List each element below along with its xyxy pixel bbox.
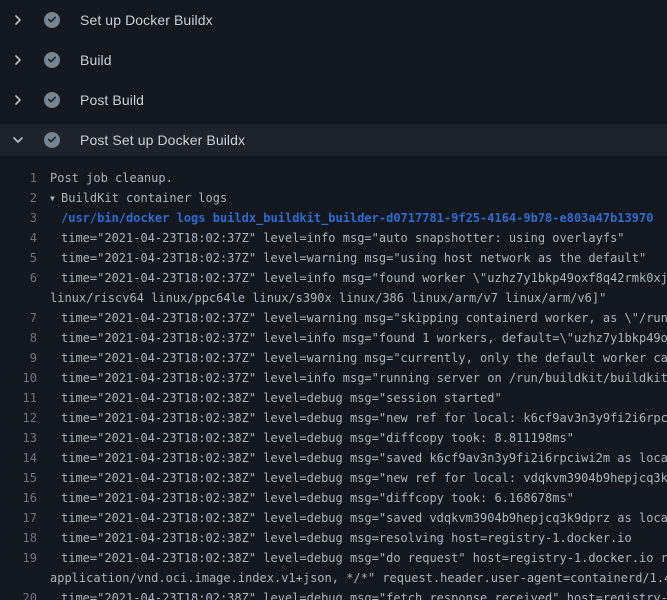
step-row-set-up-docker-buildx[interactable]: Set up Docker Buildx	[0, 0, 667, 40]
log-line-text: time="2021-04-23T18:02:38Z" level=debug …	[37, 508, 667, 528]
log-row: 11 time="2021-04-23T18:02:38Z" level=deb…	[0, 388, 667, 408]
log-row: 2 ▼BuildKit container logs	[0, 188, 667, 208]
check-circle-icon	[44, 12, 60, 28]
step-row-build[interactable]: Build	[0, 40, 667, 80]
step-title: Post Build	[80, 92, 144, 108]
line-number[interactable]: 14	[0, 448, 37, 468]
log-row: 19 time="2021-04-23T18:02:38Z" level=deb…	[0, 548, 667, 568]
log-row: 7 time="2021-04-23T18:02:37Z" level=warn…	[0, 308, 667, 328]
line-number[interactable]: 17	[0, 508, 37, 528]
step-title: Build	[80, 52, 112, 68]
line-number[interactable]: 7	[0, 308, 37, 328]
log-row: linux/riscv64 linux/ppc64le linux/s390x …	[0, 288, 667, 308]
log-line-text: time="2021-04-23T18:02:38Z" level=debug …	[37, 388, 502, 408]
log-row: 8 time="2021-04-23T18:02:37Z" level=info…	[0, 328, 667, 348]
log-line-text: time="2021-04-23T18:02:38Z" level=debug …	[37, 488, 574, 508]
check-circle-icon	[44, 132, 60, 148]
chevron-right-icon	[10, 12, 26, 28]
log-row: 15 time="2021-04-23T18:02:38Z" level=deb…	[0, 468, 667, 488]
log-line-text: time="2021-04-23T18:02:38Z" level=debug …	[37, 408, 667, 428]
check-circle-icon	[44, 52, 60, 68]
log-row: 18 time="2021-04-23T18:02:38Z" level=deb…	[0, 528, 667, 548]
log-line-text: time="2021-04-23T18:02:38Z" level=debug …	[37, 588, 667, 600]
line-number[interactable]: 16	[0, 488, 37, 508]
log-row: 10 time="2021-04-23T18:02:37Z" level=inf…	[0, 368, 667, 388]
step-row-post-set-up-docker-buildx[interactable]: Post Set up Docker Buildx	[0, 124, 667, 156]
log-row: 16 time="2021-04-23T18:02:38Z" level=deb…	[0, 488, 667, 508]
log-line-text: time="2021-04-23T18:02:38Z" level=debug …	[37, 428, 574, 448]
line-number[interactable]: 18	[0, 528, 37, 548]
line-number[interactable]: 9	[0, 348, 37, 368]
log-row: 5 time="2021-04-23T18:02:37Z" level=warn…	[0, 248, 667, 268]
line-number[interactable]: 4	[0, 228, 37, 248]
step-row-post-build[interactable]: Post Build	[0, 80, 667, 120]
line-number	[0, 568, 37, 588]
log-row: 9 time="2021-04-23T18:02:37Z" level=warn…	[0, 348, 667, 368]
chevron-right-icon	[10, 52, 26, 68]
log-row: 6 time="2021-04-23T18:02:37Z" level=info…	[0, 268, 667, 288]
line-number[interactable]: 8	[0, 328, 37, 348]
group-toggle-icon[interactable]: ▼	[50, 189, 61, 209]
log-line-text: application/vnd.oci.image.index.v1+json,…	[37, 568, 667, 588]
line-number[interactable]: 19	[0, 548, 37, 568]
chevron-down-icon	[10, 132, 26, 148]
log-line-text: ▼BuildKit container logs	[37, 188, 227, 208]
line-number[interactable]: 2	[0, 188, 37, 208]
line-number[interactable]: 11	[0, 388, 37, 408]
line-number[interactable]: 3	[0, 208, 37, 228]
step-title: Post Set up Docker Buildx	[80, 132, 245, 148]
log-line-text: linux/riscv64 linux/ppc64le linux/s390x …	[37, 288, 606, 308]
line-number[interactable]: 20	[0, 588, 37, 600]
log-row: 14 time="2021-04-23T18:02:38Z" level=deb…	[0, 448, 667, 468]
log-line-text: time="2021-04-23T18:02:37Z" level=info m…	[37, 228, 625, 248]
line-number[interactable]: 1	[0, 168, 37, 188]
log-line-text: time="2021-04-23T18:02:38Z" level=debug …	[37, 548, 667, 568]
check-circle-icon	[44, 92, 60, 108]
log-line-text: time="2021-04-23T18:02:38Z" level=debug …	[37, 468, 667, 488]
log-row: 3 /usr/bin/docker logs buildx_buildkit_b…	[0, 208, 667, 228]
line-number[interactable]: 13	[0, 428, 37, 448]
log-line-text: time="2021-04-23T18:02:38Z" level=debug …	[37, 528, 632, 548]
line-number[interactable]: 12	[0, 408, 37, 428]
log-row: application/vnd.oci.image.index.v1+json,…	[0, 568, 667, 588]
log-row: 20 time="2021-04-23T18:02:38Z" level=deb…	[0, 588, 667, 600]
log-line-text: time="2021-04-23T18:02:37Z" level=info m…	[37, 268, 667, 288]
log-line-text: time="2021-04-23T18:02:37Z" level=warnin…	[37, 248, 646, 268]
step-title: Set up Docker Buildx	[80, 12, 213, 28]
steps-list: Set up Docker Buildx Build P	[0, 0, 667, 156]
line-number[interactable]: 6	[0, 268, 37, 288]
line-number[interactable]: 15	[0, 468, 37, 488]
log-row: 13 time="2021-04-23T18:02:38Z" level=deb…	[0, 428, 667, 448]
line-number[interactable]: 10	[0, 368, 37, 388]
log-line-text: time="2021-04-23T18:02:38Z" level=debug …	[37, 448, 667, 468]
log-line-text: time="2021-04-23T18:02:37Z" level=warnin…	[37, 308, 667, 328]
line-number[interactable]: 5	[0, 248, 37, 268]
log-line-text: time="2021-04-23T18:02:37Z" level=info m…	[37, 368, 667, 388]
line-number	[0, 288, 37, 308]
log-row: 17 time="2021-04-23T18:02:38Z" level=deb…	[0, 508, 667, 528]
log-row: 1 Post job cleanup.	[0, 168, 667, 188]
log-row: 12 time="2021-04-23T18:02:38Z" level=deb…	[0, 408, 667, 428]
log-viewer: 1 Post job cleanup. 2 ▼BuildKit containe…	[0, 160, 667, 600]
log-line-text: time="2021-04-23T18:02:37Z" level=info m…	[37, 328, 667, 348]
chevron-right-icon	[10, 92, 26, 108]
group-title: BuildKit container logs	[61, 191, 227, 205]
log-line-text: /usr/bin/docker logs buildx_buildkit_bui…	[37, 208, 653, 228]
log-line-text: time="2021-04-23T18:02:37Z" level=warnin…	[37, 348, 667, 368]
log-line-text: Post job cleanup.	[37, 168, 173, 188]
log-row: 4 time="2021-04-23T18:02:37Z" level=info…	[0, 228, 667, 248]
